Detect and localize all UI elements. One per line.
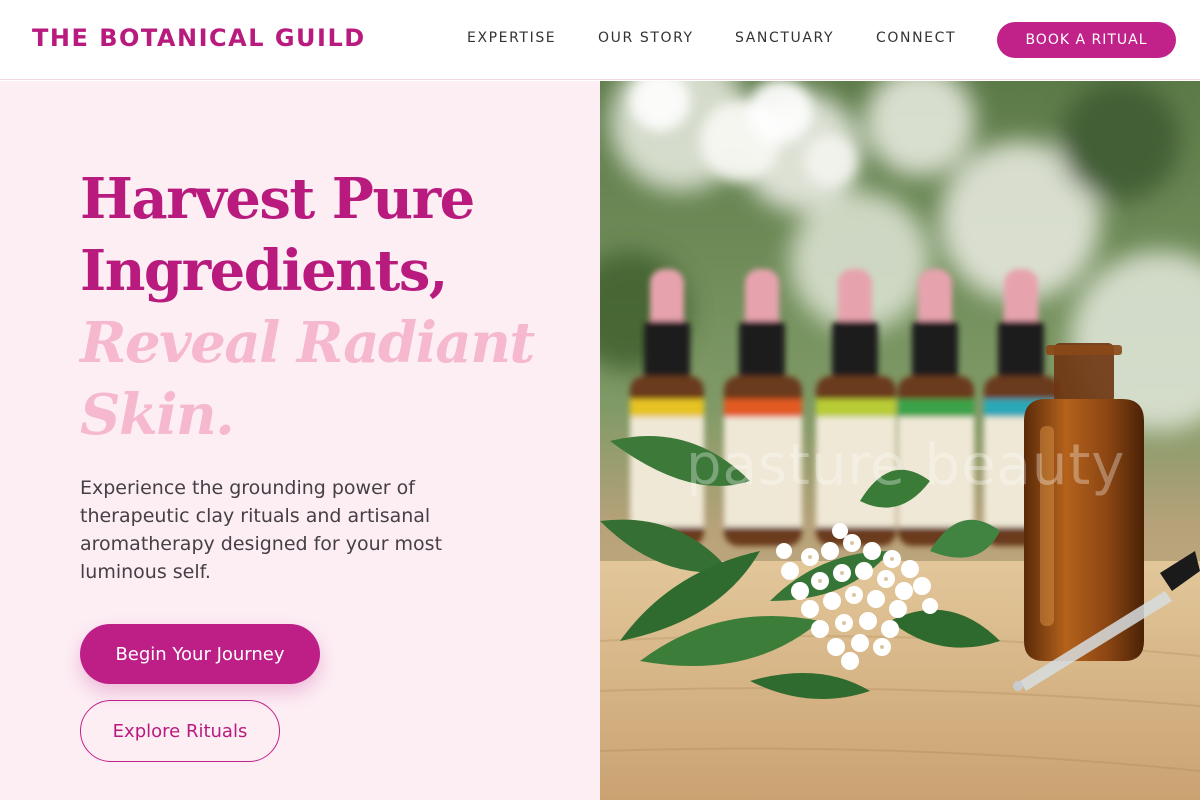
headline-line-4: Skin.: [80, 382, 235, 448]
explore-rituals-button[interactable]: Explore Rituals: [80, 700, 280, 762]
nav-link-connect[interactable]: CONNECT: [876, 30, 956, 46]
hero-text-panel: Harvest Pure Ingredients, Reveal Radiant…: [0, 81, 600, 800]
headline-line-3: Reveal Radiant: [80, 310, 535, 376]
nav-link-our-story[interactable]: OUR STORY: [598, 30, 694, 46]
image-watermark: pasture beauty: [686, 433, 1126, 498]
hero-product-image: pasture beauty: [600, 81, 1200, 800]
nav-link-sanctuary[interactable]: SANCTUARY: [735, 30, 834, 46]
book-ritual-button[interactable]: BOOK A RITUAL: [997, 22, 1176, 58]
site-header: THE BOTANICAL GUILD EXPERTISE OUR STORY …: [0, 0, 1200, 80]
hero-headline: Harvest Pure Ingredients, Reveal Radiant…: [80, 163, 560, 451]
nav-link-expertise[interactable]: EXPERTISE: [467, 30, 556, 46]
begin-journey-button[interactable]: Begin Your Journey: [80, 624, 320, 684]
headline-line-1: Harvest Pure: [80, 166, 475, 232]
hero-description: Experience the grounding power of therap…: [80, 477, 443, 583]
headline-line-2: Ingredients,: [80, 238, 448, 304]
